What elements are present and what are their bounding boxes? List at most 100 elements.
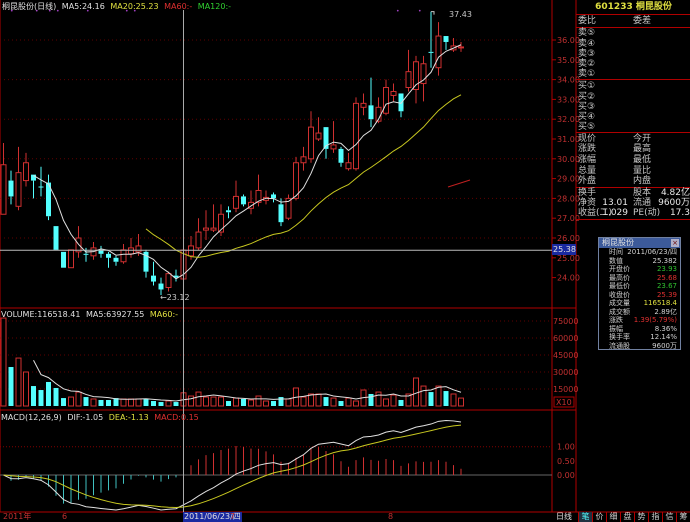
- dea-line: [3, 424, 462, 509]
- candle-body: [188, 245, 194, 257]
- event-marker-icon: •: [396, 8, 400, 15]
- popup-row: 开盘价 23.93: [599, 265, 680, 274]
- sell-level-3: 卖③: [578, 49, 596, 59]
- drawn-trend-line: [447, 179, 471, 188]
- volume-bar: [368, 393, 374, 406]
- candle-body: [278, 204, 284, 223]
- stat-change: 涨跌: [578, 144, 597, 154]
- macd-value-label: MACD:0.15: [154, 413, 199, 422]
- candle-body: [0, 164, 7, 215]
- date-axis-month-6: 6: [62, 512, 68, 521]
- bottom-tab[interactable]: 指: [648, 512, 662, 522]
- price-axis-label: 34.00: [557, 76, 580, 85]
- candle-body: [443, 36, 449, 42]
- candle-body: [315, 132, 322, 140]
- bottom-tab[interactable]: 信: [662, 512, 676, 522]
- candle-body: [128, 247, 134, 255]
- candle-body: [293, 162, 299, 199]
- volume-bar: [323, 397, 329, 406]
- candle-body: [106, 253, 111, 258]
- popup-row-value: 116518.4: [643, 299, 677, 307]
- sell-level-2: 卖②: [578, 59, 596, 69]
- volume-bar: [383, 398, 389, 407]
- volume-bar: [226, 401, 231, 406]
- popup-row: 时间 2011/06/23/四: [599, 248, 680, 257]
- bottom-tab[interactable]: 盘: [620, 512, 634, 522]
- popup-row: 换手率 12.14%: [599, 333, 680, 342]
- macd-axis-label: 0.00: [557, 471, 575, 480]
- ma20-label: MA20:25.23: [110, 2, 158, 11]
- volume-bar: [23, 371, 29, 407]
- volume-bar: [271, 401, 276, 406]
- candle-body: [38, 186, 44, 188]
- close-icon[interactable]: ×: [671, 239, 679, 247]
- volume-bar: [8, 367, 14, 406]
- popup-row-value: 12.14%: [650, 333, 677, 341]
- net-assets-value: 13.01: [602, 198, 628, 208]
- candle-body: [330, 144, 337, 150]
- candle-body: [195, 231, 202, 249]
- candle-body: [271, 194, 276, 199]
- stat-low: 最低: [633, 155, 652, 165]
- volume-bar: [61, 398, 66, 406]
- candle-body: [15, 172, 22, 207]
- price-axis-label: 36.00: [557, 36, 580, 45]
- volume-bar: [173, 402, 179, 406]
- price-axis-label: 26.00: [557, 234, 580, 243]
- candle-info-popup[interactable]: 桐昆股份 × 时间 2011/06/23/四 数值 25.382 开盘价 23.93 最高价…: [598, 237, 681, 350]
- divider: [576, 14, 690, 15]
- volume-ma5-line: [33, 360, 462, 402]
- volume-axis-label: 15000: [553, 385, 578, 394]
- ma20-line: [145, 94, 462, 258]
- macd-header: MACD(12,26,9) DIF:-1.05 DEA:-1.13 MACD:0…: [1, 413, 199, 422]
- volume-bar: [195, 391, 202, 407]
- popup-row-label: 振幅: [609, 324, 623, 333]
- date-axis-month-8: 8: [388, 512, 394, 521]
- macd-axis-label: 0.50: [557, 457, 575, 466]
- ma60-label: MA60:-: [164, 2, 192, 11]
- candle-body: [241, 196, 246, 205]
- bottom-tab[interactable]: 价: [592, 512, 606, 522]
- macd-name-label: MACD(12,26,9): [1, 413, 62, 422]
- volume-bar: [330, 397, 337, 407]
- candle-body: [203, 227, 209, 231]
- volume-bar: [263, 400, 269, 407]
- macd-axis-label: 1.00: [557, 443, 575, 452]
- candle-body: [338, 148, 344, 163]
- crosshair-price-label: 25.38: [553, 245, 576, 254]
- sell-level-4: 卖④: [578, 38, 596, 49]
- volume-bar: [210, 396, 217, 407]
- volume-value-label: VOLUME:116518.41: [1, 310, 80, 319]
- volume-axis-label: 30000: [553, 368, 578, 377]
- dif-label: DIF:-1.05: [67, 413, 103, 422]
- sell-level-1: 卖①: [578, 69, 596, 79]
- volume-bar: [151, 401, 156, 406]
- stat-total-volume: 总量: [578, 165, 597, 176]
- volume-bar: [255, 395, 262, 407]
- popup-row-value: 8.36%: [654, 324, 677, 333]
- bottom-tab[interactable]: 势: [634, 512, 648, 522]
- popup-titlebar[interactable]: 桐昆股份 ×: [599, 238, 680, 248]
- net-assets-label: 净资: [578, 198, 597, 208]
- price-axis-label: 24.00: [557, 274, 580, 283]
- volume-bar: [15, 357, 22, 407]
- float-shares-label: 流通: [633, 198, 652, 208]
- quote-title: 601233 桐昆股份: [595, 2, 672, 12]
- bottom-tab[interactable]: 笔: [578, 512, 592, 522]
- candle-body: [151, 275, 156, 282]
- popup-row: 最低价 23.67: [599, 282, 680, 291]
- volume-bar: [241, 398, 246, 406]
- dif-line: [3, 420, 462, 511]
- volume-bar: [315, 393, 322, 407]
- candle-body: [68, 249, 74, 269]
- divider: [576, 219, 690, 220]
- stat-inner: 内盘: [633, 176, 652, 186]
- bottom-tab[interactable]: 细: [606, 512, 620, 522]
- period-daily-button[interactable]: 日线: [556, 512, 572, 522]
- share-capital-label: 股本: [633, 188, 652, 198]
- popup-row: 数值 25.382: [599, 257, 680, 266]
- volume-ma5-label: MA5:63927.55: [86, 310, 144, 319]
- bottom-tab[interactable]: 筹: [676, 512, 690, 522]
- volume-bar: [188, 395, 194, 407]
- pe-value: 17.3: [669, 208, 690, 218]
